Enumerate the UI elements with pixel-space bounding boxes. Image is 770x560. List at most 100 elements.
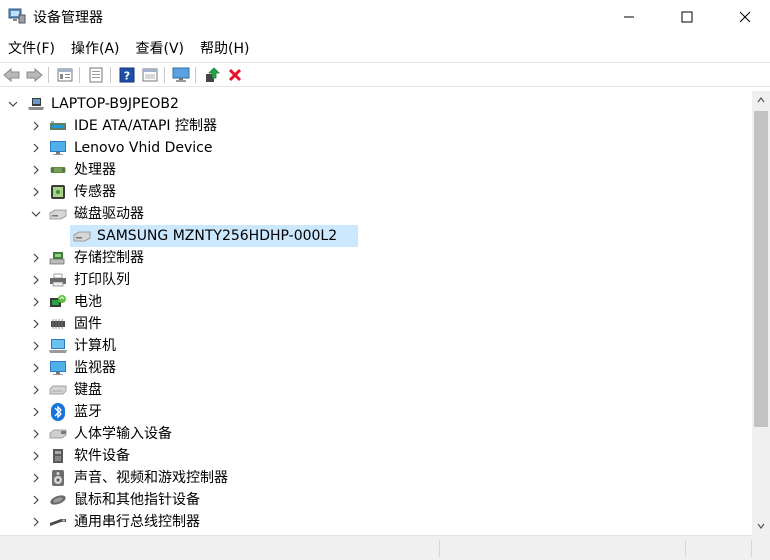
tree-item[interactable]: 固件 [0, 313, 752, 335]
chevron-right-icon[interactable] [31, 319, 41, 329]
view-icon[interactable] [140, 66, 160, 84]
chevron-right-icon[interactable] [31, 143, 41, 153]
printer-icon [48, 271, 68, 289]
chevron-right-icon[interactable] [31, 253, 41, 263]
audio-icon [48, 469, 68, 487]
tree-item[interactable]: 磁盘驱动器 [0, 203, 752, 225]
tree-item[interactable]: 电池 [0, 291, 752, 313]
chevron-right-icon[interactable] [31, 297, 41, 307]
tree-item-label: 计算机 [74, 338, 116, 354]
menu-view[interactable]: 查看(V) [128, 38, 193, 58]
keyboard-icon [48, 381, 68, 399]
chevron-down-icon[interactable] [31, 209, 41, 219]
chevron-right-icon[interactable] [31, 275, 41, 285]
device-manager-icon [8, 8, 26, 24]
uninstall-icon[interactable] [225, 66, 245, 84]
chevron-right-icon[interactable] [31, 473, 41, 483]
chevron-right-icon[interactable] [31, 429, 41, 439]
tree-item-label: 鼠标和其他指针设备 [74, 492, 200, 508]
processor-icon [48, 161, 68, 179]
toolbar-separator [48, 67, 49, 83]
title-bar: 设备管理器 [0, 0, 770, 33]
tree-item-label: 键盘 [74, 382, 102, 398]
toolbar-separator [110, 67, 111, 83]
menu-action[interactable]: 操作(A) [63, 38, 128, 58]
toolbar-separator [164, 67, 165, 83]
menu-file[interactable]: 文件(F) [0, 38, 63, 58]
tree-item-label: 传感器 [74, 184, 116, 200]
chevron-right-icon[interactable] [31, 517, 41, 527]
chevron-right-icon[interactable] [31, 385, 41, 395]
chevron-right-icon[interactable] [31, 495, 41, 505]
firmware-icon [48, 315, 68, 333]
tree-item[interactable]: 存储控制器 [0, 247, 752, 269]
tree-item[interactable]: 监视器 [0, 357, 752, 379]
tree-item-label: Lenovo Vhid Device [74, 140, 213, 156]
svg-text:?: ? [124, 70, 130, 83]
tree-item-selected[interactable]: SAMSUNG MZNTY256HDHP-000L2 [0, 225, 752, 247]
tree-item-label: 电池 [74, 294, 102, 310]
forward-arrow-icon[interactable] [24, 66, 44, 84]
chevron-right-icon[interactable] [31, 121, 41, 131]
back-arrow-icon[interactable] [2, 66, 22, 84]
status-segment [440, 540, 686, 557]
tree-item[interactable]: 计算机 [0, 335, 752, 357]
tree-root[interactable]: LAPTOP-B9JPEOB2 [0, 93, 752, 115]
tree-item[interactable]: 传感器 [0, 181, 752, 203]
tree-item[interactable]: 处理器 [0, 159, 752, 181]
chevron-down-icon[interactable] [8, 99, 18, 109]
close-button[interactable] [716, 0, 770, 33]
tree-item[interactable]: 人体学输入设备 [0, 423, 752, 445]
laptop-icon [26, 95, 46, 113]
tree-item[interactable]: 软件设备 [0, 445, 752, 467]
menu-help[interactable]: 帮助(H) [192, 38, 257, 58]
software-device-icon [48, 447, 68, 465]
ide-controller-icon [48, 117, 68, 135]
chevron-right-icon[interactable] [31, 451, 41, 461]
minimize-button[interactable] [600, 0, 658, 33]
tree-item-label: 存储控制器 [74, 250, 144, 266]
hid-icon [48, 425, 68, 443]
tree-item[interactable]: 声音、视频和游戏控制器 [0, 467, 752, 489]
menu-bar: 文件(F) 操作(A) 查看(V) 帮助(H) [0, 36, 770, 60]
window-title: 设备管理器 [33, 10, 103, 26]
tree-item-label: 固件 [74, 316, 102, 332]
tree-item-label: 处理器 [74, 162, 116, 178]
maximize-button[interactable] [658, 0, 716, 33]
properties-icon[interactable] [55, 66, 75, 84]
help-icon[interactable]: ? [117, 66, 137, 84]
chevron-right-icon[interactable] [31, 187, 41, 197]
tree-item[interactable]: IDE ATA/ATAPI 控制器 [0, 115, 752, 137]
tree-item[interactable]: 通用串行总线控制器 [0, 511, 752, 533]
tree-item-label: 通用串行总线控制器 [74, 514, 200, 530]
computer-name: LAPTOP-B9JPEOB2 [51, 96, 179, 112]
chevron-right-icon[interactable] [31, 165, 41, 175]
tree-item-label: 磁盘驱动器 [74, 206, 144, 222]
chevron-right-icon[interactable] [31, 407, 41, 417]
device-tree: LAPTOP-B9JPEOB2 IDE ATA/ATAPI 控制器 Lenovo… [0, 91, 752, 535]
computer-icon [48, 337, 68, 355]
show-hide-icon[interactable] [86, 66, 106, 84]
tree-item-label: IDE ATA/ATAPI 控制器 [74, 118, 218, 134]
toolbar-separator [79, 67, 80, 83]
status-bar [0, 535, 752, 560]
update-driver-icon[interactable] [202, 66, 222, 84]
computer-icon[interactable] [171, 66, 191, 84]
tree-item-label: 打印队列 [74, 272, 130, 288]
tree-item[interactable]: 鼠标和其他指针设备 [0, 489, 752, 511]
tree-item[interactable]: 打印队列 [0, 269, 752, 291]
mouse-icon [48, 491, 68, 509]
tree-item[interactable]: 蓝牙 [0, 401, 752, 423]
chevron-right-icon[interactable] [31, 363, 41, 373]
tree-item-label: 监视器 [74, 360, 116, 376]
tree-item-label: SAMSUNG MZNTY256HDHP-000L2 [97, 228, 338, 244]
tree-item-label: 软件设备 [74, 448, 130, 464]
chevron-right-icon[interactable] [31, 341, 41, 351]
usb-icon [48, 513, 68, 531]
scrollbar-thumb[interactable] [754, 111, 768, 427]
scroll-up-icon[interactable] [752, 91, 770, 109]
tree-item[interactable]: Lenovo Vhid Device [0, 137, 752, 159]
scroll-down-icon[interactable] [752, 517, 770, 535]
vertical-scrollbar[interactable] [752, 91, 770, 535]
tree-item[interactable]: 键盘 [0, 379, 752, 401]
